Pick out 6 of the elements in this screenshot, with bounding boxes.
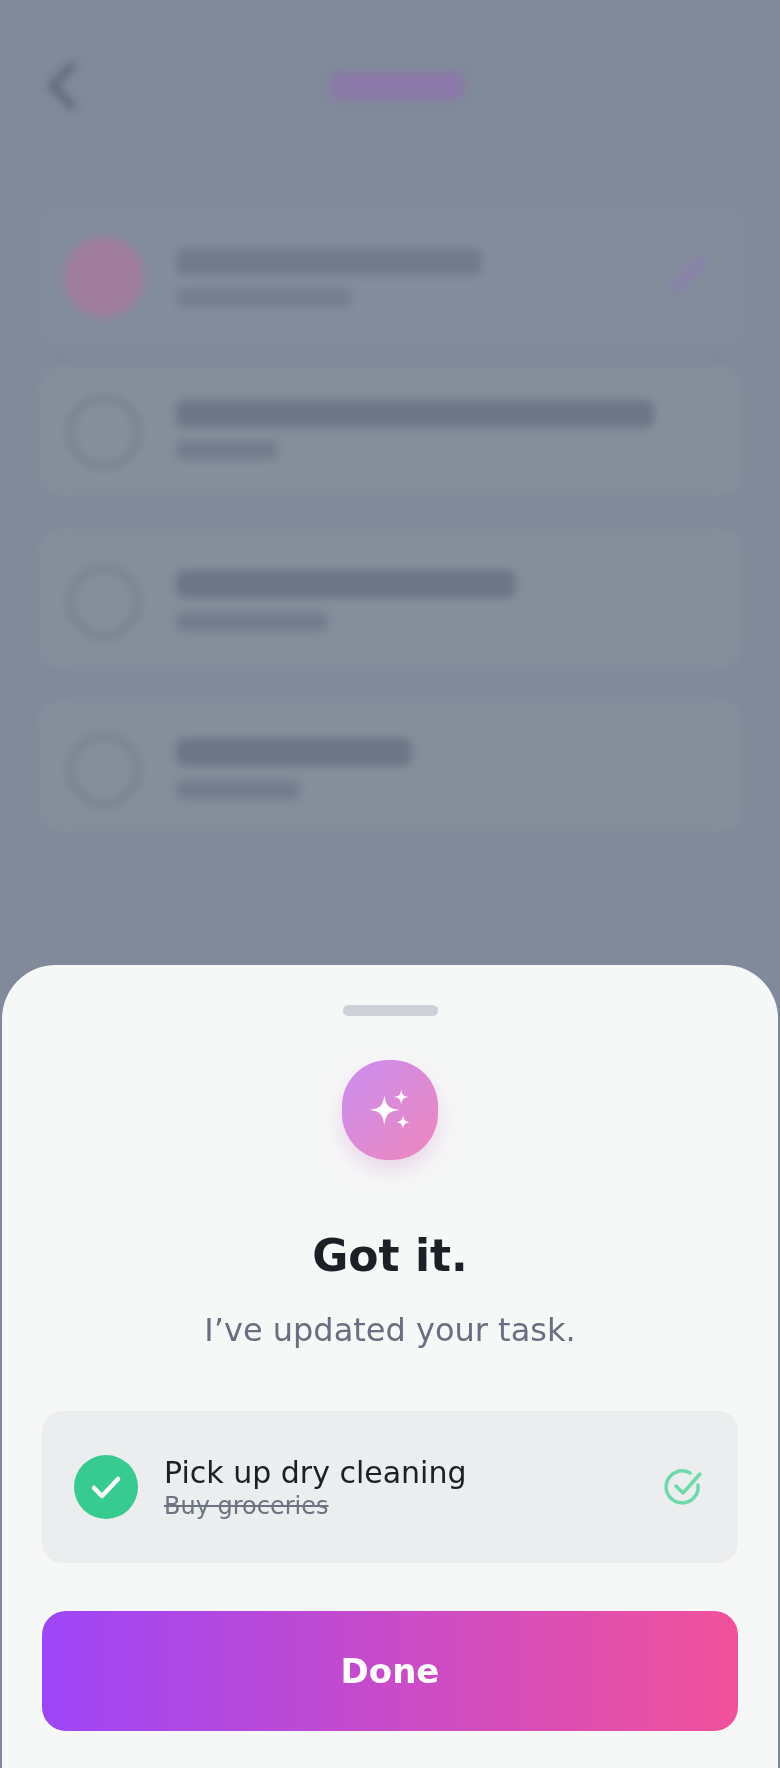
sheet-title: Got it. [312, 1230, 468, 1281]
done-button[interactable]: Done [42, 1611, 738, 1731]
old-task-title: Buy groceries [164, 1491, 329, 1520]
drag-handle[interactable] [342, 1005, 438, 1016]
new-task-title: Pick up dry cleaning [164, 1454, 468, 1490]
sheet-message: I’ve updated your task. [204, 1311, 576, 1349]
